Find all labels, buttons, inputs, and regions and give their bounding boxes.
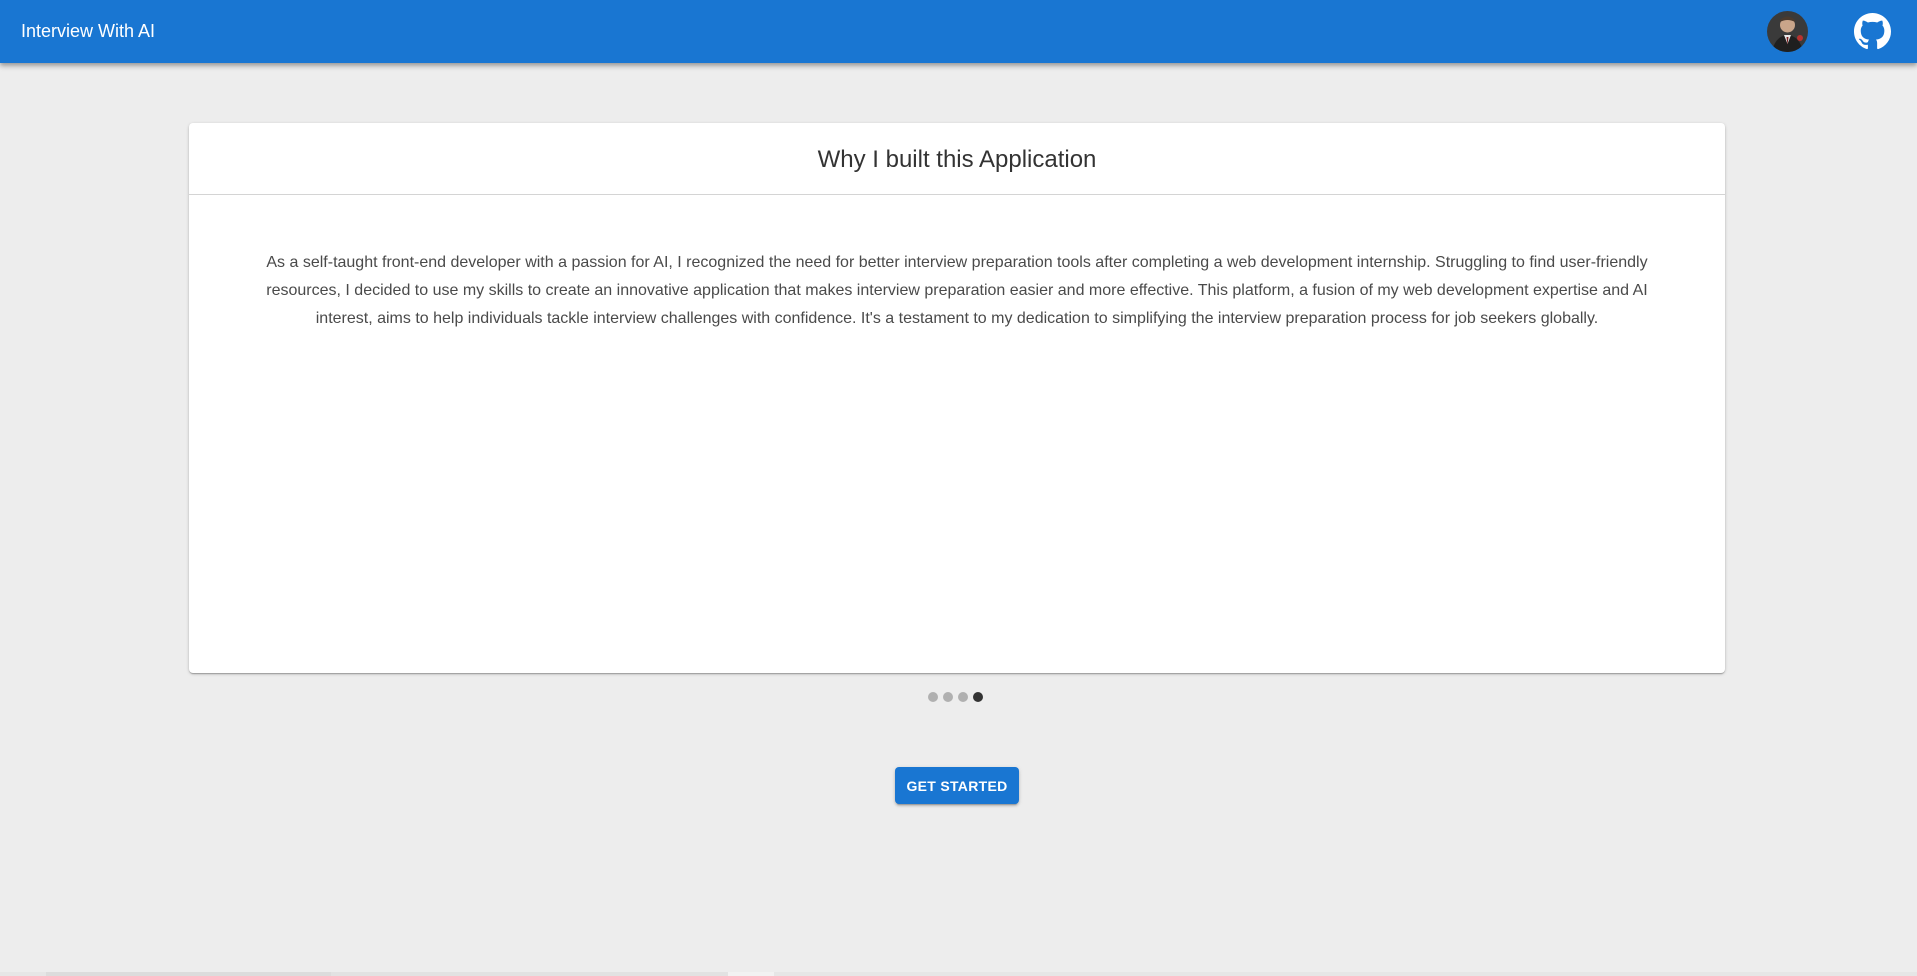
carousel-dot-3[interactable]: [958, 692, 968, 702]
carousel-dot-2[interactable]: [943, 692, 953, 702]
avatar[interactable]: [1767, 11, 1808, 52]
app-title: Interview With AI: [21, 21, 156, 41]
card-body: As a self-taught front-end developer wit…: [189, 195, 1725, 333]
bottom-segment: [728, 972, 774, 976]
github-icon[interactable]: [1854, 13, 1891, 50]
info-card: Why I built this Application As a self-t…: [189, 123, 1725, 673]
card-description: As a self-taught front-end developer wit…: [266, 254, 1648, 327]
bottom-segment: [46, 972, 331, 976]
card-header: Why I built this Application: [189, 123, 1725, 195]
carousel-dot-4[interactable]: [973, 692, 983, 702]
carousel-indicators: [928, 692, 983, 704]
card-title: Why I built this Application: [817, 146, 1097, 173]
avatar-photo: [1767, 11, 1808, 52]
get-started-button[interactable]: GET STARTED: [895, 767, 1019, 804]
app-bar: Interview With AI: [0, 0, 1917, 63]
github-logo-svg: [1854, 13, 1891, 50]
carousel-dot-1[interactable]: [928, 692, 938, 702]
bottom-segment: [331, 972, 728, 976]
bottom-strip: [0, 972, 1917, 976]
